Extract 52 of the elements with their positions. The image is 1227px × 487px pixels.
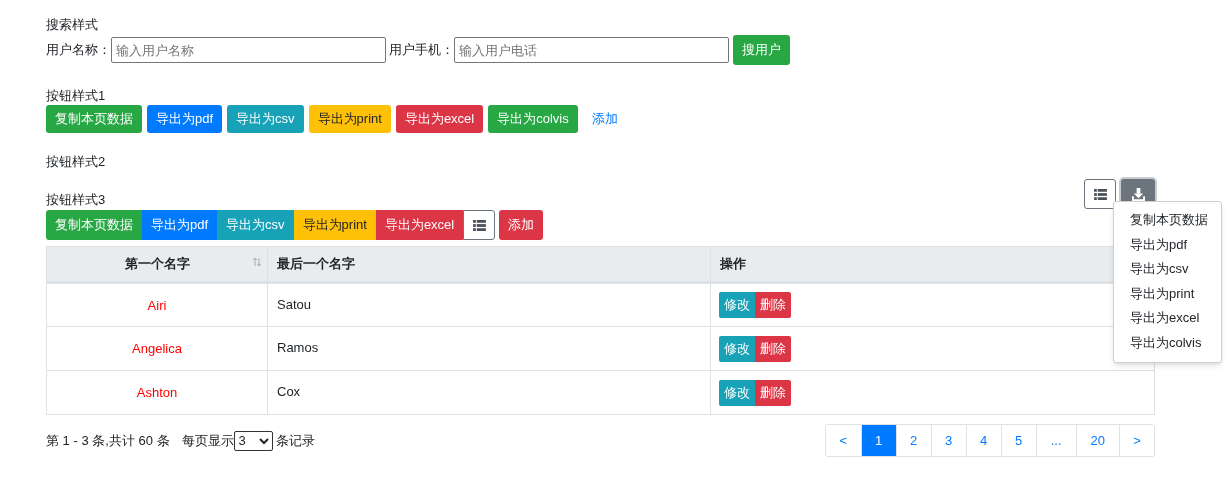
- search-button[interactable]: 搜用户: [733, 35, 790, 65]
- list-icon: [1093, 188, 1107, 200]
- export-button[interactable]: 导出为pdf: [147, 105, 223, 133]
- section-title: 搜索样式: [46, 16, 99, 34]
- edit-button[interactable]: 修改: [719, 335, 755, 362]
- section-title: 按钮样式2: [46, 153, 106, 171]
- page-button[interactable]: 1: [860, 425, 896, 456]
- columns-button[interactable]: [1084, 179, 1116, 209]
- menu-item[interactable]: 导出为excel: [1130, 306, 1221, 331]
- section-title: 按钮样式3: [46, 191, 106, 209]
- field-label: 用户名称：: [46, 41, 111, 60]
- table-cell: Ramos: [267, 326, 711, 371]
- menu-item[interactable]: 导出为print: [1130, 281, 1221, 307]
- delete-button[interactable]: 删除: [755, 379, 791, 406]
- column-header[interactable]: 第一个名字: [46, 246, 268, 283]
- page-button[interactable]: >: [1119, 425, 1154, 456]
- export-button[interactable]: 导出为pdf: [142, 210, 218, 240]
- section-title: 按钮样式1: [46, 87, 107, 105]
- columns-button[interactable]: [463, 210, 496, 240]
- table-cell: Airi: [46, 282, 268, 327]
- menu-item[interactable]: 导出为csv: [1130, 257, 1221, 282]
- column-header: 最后一个名字: [267, 246, 711, 283]
- export-button[interactable]: 导出为print: [293, 210, 376, 240]
- menu-item[interactable]: 导出为colvis: [1130, 330, 1221, 356]
- edit-button[interactable]: 修改: [719, 379, 755, 406]
- menu-item[interactable]: 复制本页数据: [1130, 208, 1221, 233]
- export-button[interactable]: 复制本页数据: [46, 210, 142, 240]
- export-button[interactable]: 导出为excel: [395, 105, 484, 133]
- delete-button[interactable]: 删除: [755, 292, 791, 318]
- export-button[interactable]: 导出为excel: [375, 210, 464, 240]
- list-icon: [472, 219, 486, 231]
- export-button[interactable]: 导出为print: [308, 105, 391, 133]
- export-button[interactable]: 导出为colvis: [488, 105, 578, 133]
- delete-button[interactable]: 删除: [755, 335, 791, 362]
- input-field[interactable]: 输入用户电话: [454, 37, 729, 63]
- per-page-suffix: 条记录: [275, 431, 315, 450]
- table-cell: Ashton: [46, 370, 268, 415]
- table-cell: Angelica: [46, 326, 268, 371]
- menu-item[interactable]: 导出为pdf: [1130, 232, 1221, 258]
- per-page-label: 每页显示: [181, 431, 234, 450]
- record-summary: 第 1 - 3 条,共计 60 条: [46, 431, 170, 450]
- field-label: 用户手机：: [389, 41, 454, 60]
- table-cell: Cox: [267, 370, 711, 415]
- add-button[interactable]: 添加: [499, 210, 544, 240]
- input-field[interactable]: 输入用户名称: [111, 37, 386, 63]
- export-button[interactable]: 导出为csv: [217, 210, 294, 240]
- page-size-select[interactable]: 3: [233, 430, 273, 451]
- add-link[interactable]: 添加: [582, 105, 627, 133]
- export-button[interactable]: 导出为csv: [227, 105, 304, 133]
- export-button[interactable]: 复制本页数据: [46, 105, 142, 133]
- edit-button[interactable]: 修改: [719, 292, 755, 318]
- table-cell: Satou: [267, 282, 711, 327]
